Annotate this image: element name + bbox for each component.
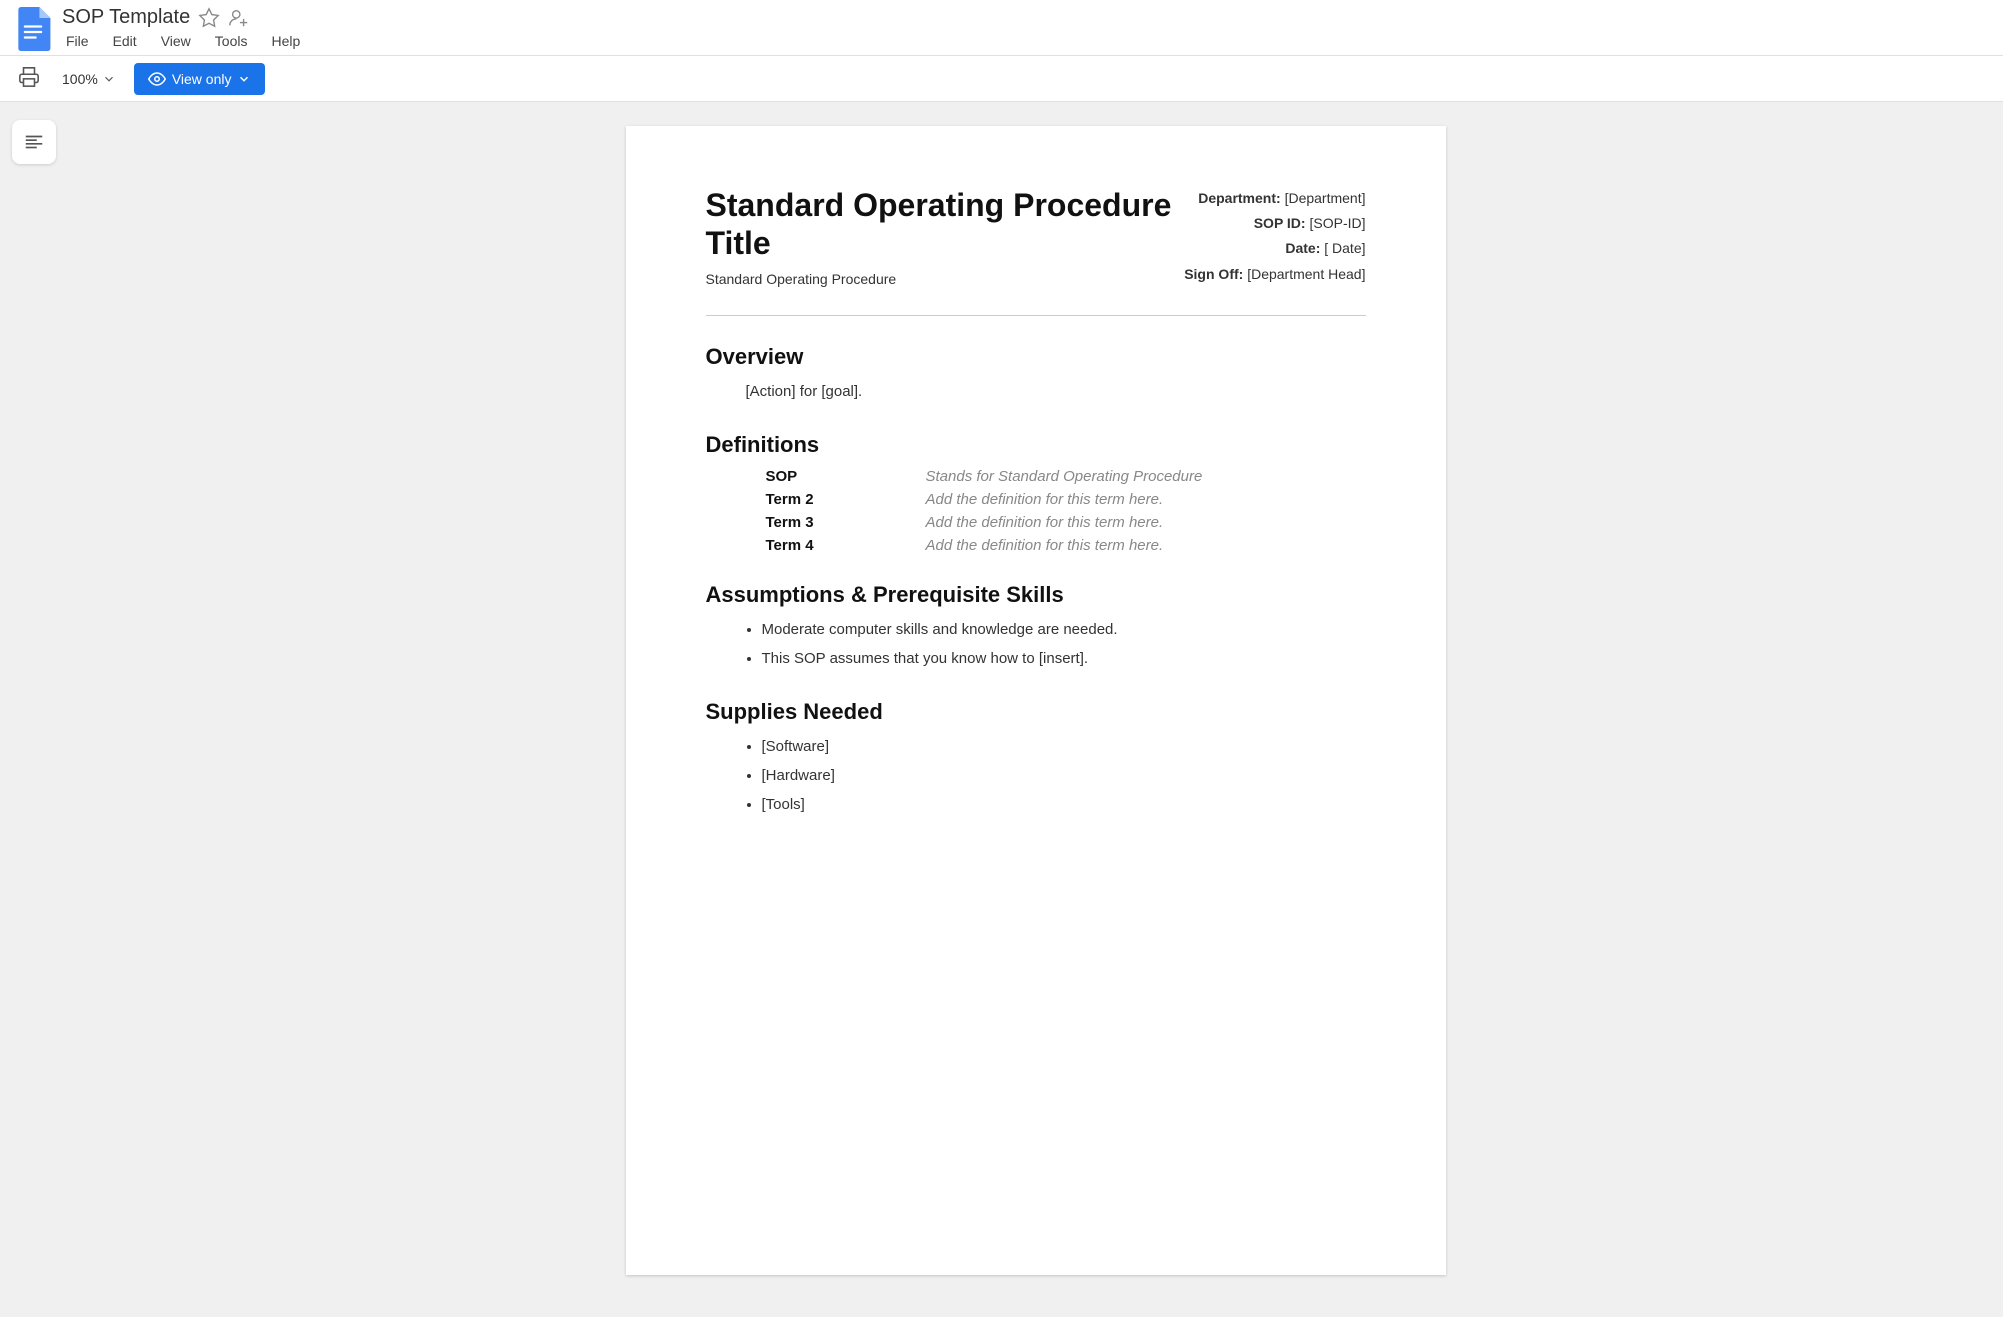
def-value-2: Add the definition for this term here. [926, 514, 1164, 531]
supply-item-1: [Hardware] [762, 764, 1366, 788]
department-label: Department: [1198, 190, 1280, 206]
supply-item-2: [Tools] [762, 793, 1366, 817]
docs-logo-icon [14, 7, 52, 51]
date-label: Date: [1285, 240, 1320, 256]
overview-body: [Action] for [goal]. [706, 380, 1366, 404]
signoff-value: [Department Head] [1247, 266, 1365, 282]
eye-icon [148, 70, 166, 88]
overview-title: Overview [706, 344, 1366, 370]
def-row-term3: Term 3 Add the definition for this term … [766, 514, 1366, 531]
supplies-title: Supplies Needed [706, 699, 1366, 725]
def-term-2: Term 3 [766, 514, 866, 531]
meta-department: Department: [Department] [1184, 186, 1365, 211]
add-collaborator-icon[interactable] [228, 7, 250, 29]
def-row-term4: Term 4 Add the definition for this term … [766, 537, 1366, 554]
meta-sop-id: SOP ID: [SOP-ID] [1184, 211, 1365, 236]
menu-file[interactable]: File [62, 31, 93, 51]
view-only-label: View only [172, 71, 232, 87]
section-definitions: Definitions SOP Stands for Standard Oper… [706, 432, 1366, 554]
meta-date: Date: [ Date] [1184, 236, 1365, 261]
signoff-label: Sign Off: [1184, 266, 1243, 282]
assumption-item-1: This SOP assumes that you know how to [i… [762, 647, 1366, 671]
view-only-button[interactable]: View only [134, 63, 266, 95]
sidebar [0, 102, 68, 1299]
doc-area: Standard Operating Procedure Title Stand… [68, 102, 2003, 1299]
doc-main-title: Standard Operating Procedure Title [706, 186, 1185, 263]
department-value: [Department] [1285, 190, 1366, 206]
title-bar: SOP Template File Edit View Tools Help [0, 0, 2003, 56]
overview-text: [Action] for [goal]. [746, 380, 1366, 404]
doc-subtitle: Standard Operating Procedure [706, 271, 1185, 287]
outline-icon [23, 131, 45, 153]
sop-id-value: [SOP-ID] [1309, 215, 1365, 231]
def-row-term2: Term 2 Add the definition for this term … [766, 491, 1366, 508]
definitions-table: SOP Stands for Standard Operating Proced… [766, 468, 1366, 554]
supplies-list: [Software] [Hardware] [Tools] [746, 735, 1366, 817]
def-value-3: Add the definition for this term here. [926, 537, 1164, 554]
supply-item-0: [Software] [762, 735, 1366, 759]
def-value-0: Stands for Standard Operating Procedure [926, 468, 1203, 485]
main-area: Standard Operating Procedure Title Stand… [0, 102, 2003, 1299]
def-row-sop: SOP Stands for Standard Operating Proced… [766, 468, 1366, 485]
toolbar: 100% View only [0, 56, 2003, 102]
assumptions-list: Moderate computer skills and knowledge a… [746, 618, 1366, 671]
print-button[interactable] [14, 62, 44, 95]
definitions-title: Definitions [706, 432, 1366, 458]
meta-signoff: Sign Off: [Department Head] [1184, 262, 1365, 287]
header-divider [706, 315, 1366, 316]
menu-help[interactable]: Help [267, 31, 304, 51]
view-only-dropdown-icon [237, 72, 251, 86]
menu-tools[interactable]: Tools [211, 31, 252, 51]
zoom-dropdown-icon [102, 72, 116, 86]
title-area: SOP Template File Edit View Tools Help [62, 6, 304, 51]
def-value-1: Add the definition for this term here. [926, 491, 1164, 508]
section-overview: Overview [Action] for [goal]. [706, 344, 1366, 404]
outline-button[interactable] [12, 120, 56, 164]
doc-meta: Department: [Department] SOP ID: [SOP-ID… [1184, 186, 1365, 287]
def-term-0: SOP [766, 468, 866, 485]
menu-view[interactable]: View [157, 31, 195, 51]
doc-title-section: Standard Operating Procedure Title Stand… [706, 186, 1185, 287]
menu-edit[interactable]: Edit [109, 31, 141, 51]
assumption-item-0: Moderate computer skills and knowledge a… [762, 618, 1366, 642]
star-icon[interactable] [198, 7, 220, 29]
section-supplies: Supplies Needed [Software] [Hardware] [T… [706, 699, 1366, 817]
zoom-value: 100% [62, 71, 98, 87]
def-term-3: Term 4 [766, 537, 866, 554]
zoom-control[interactable]: 100% [56, 67, 122, 91]
date-value: [ Date] [1324, 240, 1365, 256]
def-term-1: Term 2 [766, 491, 866, 508]
assumptions-title: Assumptions & Prerequisite Skills [706, 582, 1366, 608]
sop-id-label: SOP ID: [1254, 215, 1306, 231]
print-icon [18, 66, 40, 88]
menu-bar: File Edit View Tools Help [62, 31, 304, 51]
document-header: Standard Operating Procedure Title Stand… [706, 186, 1366, 287]
document: Standard Operating Procedure Title Stand… [626, 126, 1446, 1275]
document-title: SOP Template [62, 6, 190, 29]
section-assumptions: Assumptions & Prerequisite Skills Modera… [706, 582, 1366, 671]
